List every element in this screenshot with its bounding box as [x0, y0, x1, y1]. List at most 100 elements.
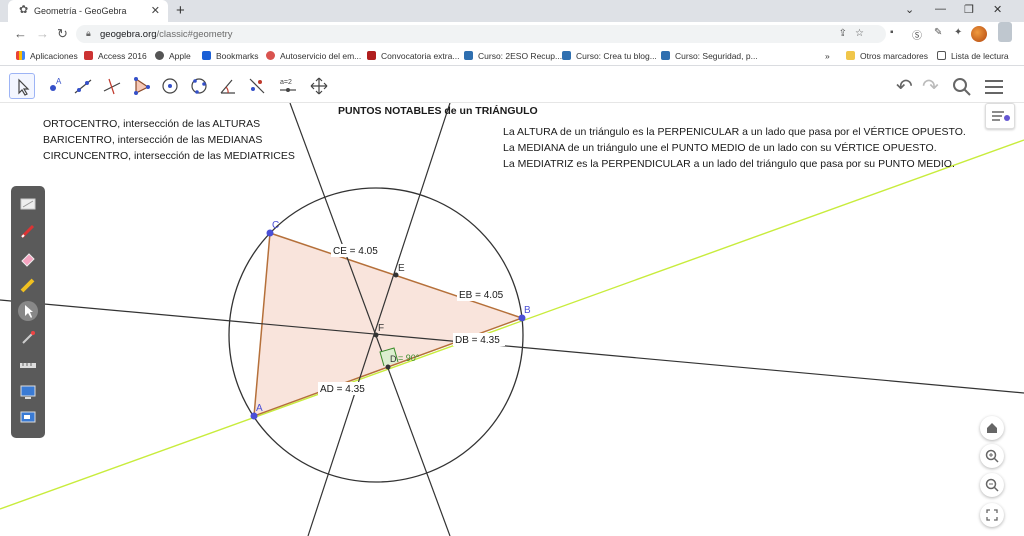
point-d[interactable]: [385, 364, 391, 370]
reflect-line-icon: [249, 78, 265, 94]
note-ortocentro[interactable]: ORTOCENTRO, intersección de las ALTURAS: [43, 118, 260, 130]
tab-search-icon[interactable]: ⌄: [905, 3, 914, 16]
bookmark-apple[interactable]: Apple: [155, 51, 191, 61]
point-tool-button[interactable]: A: [41, 73, 67, 99]
browser-tab[interactable]: ✿ Geometría - GeoGebra ✕: [8, 0, 168, 22]
label-e: E: [398, 263, 405, 274]
bookmark-apps[interactable]: Aplicaciones: [16, 51, 78, 61]
screen-button[interactable]: [18, 382, 38, 402]
style-bar-toggle-button[interactable]: [985, 103, 1015, 129]
polygon-icon: [134, 77, 150, 95]
circle-three-points-tool-button[interactable]: [186, 73, 212, 99]
perpendicular-tool-button[interactable]: [99, 73, 125, 99]
reload-button[interactable]: ↻: [57, 26, 68, 42]
fullscreen-button[interactable]: [980, 503, 1004, 527]
browser-tab-strip: ✿ Geometría - GeoGebra ✕ + ⌄ — ❐ ✕: [0, 0, 1024, 22]
profile-avatar[interactable]: [971, 26, 987, 42]
arrow-cursor-icon: [18, 78, 30, 96]
other-bookmarks-folder[interactable]: Otros marcadores: [846, 51, 928, 61]
undo-icon[interactable]: ↶: [896, 74, 913, 99]
style-bar-icon: [992, 111, 1010, 121]
graphics-view[interactable]: C B A E F D = 90° CE = 4.05 EB = 4.05 DB…: [0, 103, 1024, 536]
extension-icon[interactable]: ▪: [890, 27, 894, 38]
graduation-cap-icon: [464, 51, 473, 60]
select-pointer-button[interactable]: [18, 301, 38, 321]
skype-extension-icon[interactable]: Ⓢ: [912, 27, 922, 42]
minimize-button[interactable]: —: [935, 3, 946, 15]
note-mediana[interactable]: La MEDIANA de un triángulo une el PUNTO …: [503, 142, 937, 154]
eraser-button[interactable]: [18, 248, 38, 268]
move-view-tool-button[interactable]: [306, 73, 332, 99]
zoom-in-icon: [985, 449, 999, 463]
note-circuncentro[interactable]: CIRCUNCENTRO, intersección de las MEDIAT…: [43, 150, 295, 162]
note-baricentro[interactable]: BARICENTRO, intersección de las MEDIANAS: [43, 134, 262, 146]
svg-text:A: A: [56, 77, 62, 86]
angle-tool-button[interactable]: [215, 73, 241, 99]
zoom-out-button[interactable]: [980, 473, 1004, 497]
slider-tool-button[interactable]: a=2: [275, 73, 301, 99]
label-a: A: [256, 403, 263, 414]
new-tab-button[interactable]: +: [176, 2, 185, 19]
measure-ce[interactable]: CE = 4.05: [333, 246, 378, 257]
star-icon[interactable]: ☆: [855, 28, 872, 39]
pen-extension-icon[interactable]: ✎: [934, 27, 942, 38]
address-bar[interactable]: 🔒︎ geogebra.org/classic#geometry ⇪☆: [76, 25, 886, 43]
measure-eb[interactable]: EB = 4.05: [459, 290, 504, 301]
bookmark-label: Curso: 2ESO Recup...: [478, 51, 563, 61]
polygon-tool-button[interactable]: [128, 73, 154, 99]
bookmark-autoservicio[interactable]: Autoservicio del em...: [266, 51, 361, 61]
bookmark-curso-seguridad[interactable]: Curso: Seguridad, p...: [661, 51, 758, 61]
back-button[interactable]: ←: [14, 26, 27, 41]
forward-button[interactable]: →: [36, 26, 49, 41]
bookmark-curso-2eso[interactable]: Curso: 2ESO Recup...: [464, 51, 562, 61]
share-icon[interactable]: ⇪: [839, 28, 855, 39]
bookmark-label: Aplicaciones: [30, 51, 78, 61]
close-tab-icon[interactable]: ✕: [151, 4, 160, 17]
pen-icon: [20, 224, 35, 239]
redo-icon[interactable]: ↷: [922, 74, 939, 99]
measure-ad[interactable]: AD = 4.35: [320, 384, 365, 395]
laser-button[interactable]: [18, 328, 38, 348]
note-mediatriz[interactable]: La MEDIATRIZ es la PERPENDICULAR a un la…: [503, 158, 955, 170]
line-tool-button[interactable]: [70, 73, 96, 99]
bookmark-curso-blog[interactable]: Curso: Crea tu blog...: [562, 51, 657, 61]
lock-icon[interactable]: 🔒︎: [86, 28, 91, 39]
url-host: geogebra.org: [100, 29, 157, 40]
ruler-button[interactable]: [18, 355, 38, 375]
pointer-icon: [25, 305, 33, 318]
note-altura[interactable]: La ALTURA de un triángulo es la PERPENIC…: [503, 126, 966, 138]
zoom-in-button[interactable]: [980, 444, 1004, 468]
green-line[interactable]: [0, 139, 1024, 510]
search-icon[interactable]: [952, 74, 972, 100]
site-icon: [367, 51, 376, 60]
triangle-abc[interactable]: [253, 231, 525, 418]
construction-title[interactable]: PUNTOS NOTABLES de un TRIÁNGULO: [338, 105, 538, 117]
slider-tool-label: a=2: [280, 79, 292, 86]
board-mode-button[interactable]: [18, 194, 38, 214]
bookmark-access[interactable]: Access 2016: [84, 51, 147, 61]
angle-label: = 90°: [398, 353, 420, 363]
close-window-button[interactable]: ✕: [993, 3, 1002, 16]
menu-hamburger-icon[interactable]: [984, 74, 1004, 100]
circle-center-tool-button[interactable]: [157, 73, 183, 99]
magnifier-glyph: [953, 78, 971, 96]
scroll-handle[interactable]: [998, 22, 1012, 42]
screen-capture-button[interactable]: [18, 408, 38, 428]
bookmark-bookmarks[interactable]: Bookmarks: [202, 51, 259, 61]
url-path: /classic#geometry: [156, 29, 233, 40]
highlighter-button[interactable]: [18, 275, 38, 295]
measure-db[interactable]: DB = 4.35: [455, 335, 500, 346]
bookmark-label: Access 2016: [98, 51, 147, 61]
extensions-puzzle-icon[interactable]: ✦: [954, 27, 962, 38]
apps-grid-icon: [16, 51, 25, 60]
eraser-icon: [21, 253, 35, 267]
maximize-button[interactable]: ❐: [964, 3, 974, 16]
line-icon: [74, 79, 92, 94]
bookmarks-overflow-button[interactable]: »: [825, 51, 830, 61]
move-tool-button[interactable]: [9, 73, 35, 99]
pen-button[interactable]: [18, 221, 38, 241]
reflect-tool-button[interactable]: [244, 73, 270, 99]
reading-list[interactable]: Lista de lectura: [937, 51, 1009, 61]
bookmark-convocatoria[interactable]: Convocatoria extra...: [367, 51, 459, 61]
home-view-button[interactable]: [980, 416, 1004, 440]
